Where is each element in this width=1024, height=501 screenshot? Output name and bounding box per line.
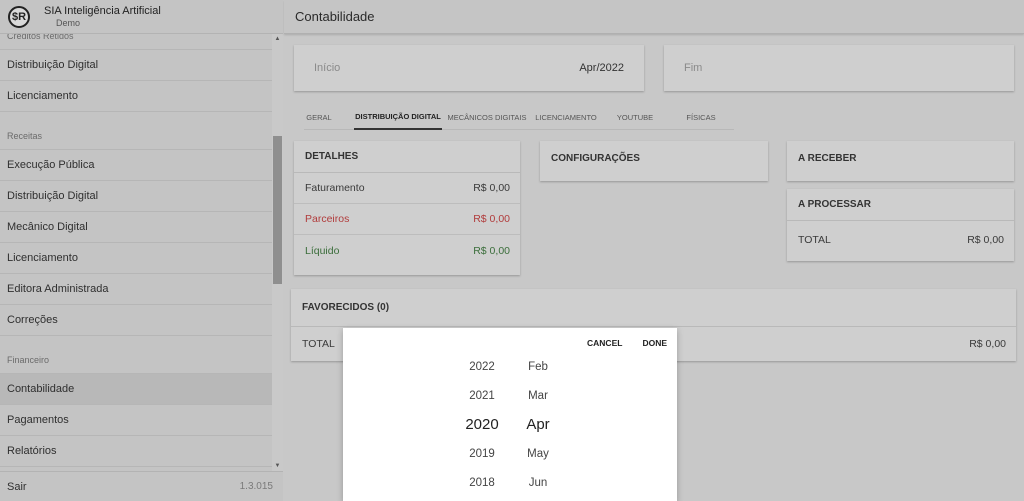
sidebar-item-editora-administrada[interactable]: Editora Administrada <box>0 274 272 305</box>
start-date-value: Apr/2022 <box>579 62 624 74</box>
configuracoes-card: CONFIGURAÇÕES <box>540 141 768 181</box>
page-title: Contabilidade <box>295 9 375 24</box>
done-button[interactable]: DONE <box>642 338 667 348</box>
scroll-up-arrow-icon[interactable]: ▲ <box>272 34 283 44</box>
month-wheel[interactable]: Feb Mar Apr May Jun <box>508 352 568 497</box>
year-option[interactable]: 2022 <box>452 352 512 381</box>
month-year-picker: CANCEL DONE 2022 2021 2020 2019 2018 Feb… <box>343 328 677 501</box>
sidebar-item-relatorios[interactable]: Relatórios <box>0 436 272 467</box>
sidebar-item-contabilidade[interactable]: Contabilidade <box>0 374 272 405</box>
month-option-selected[interactable]: Apr <box>508 410 568 439</box>
tab-youtube[interactable]: YOUTUBE <box>614 105 656 130</box>
brand-header: $R SIA Inteligência Artificial Demo <box>0 0 283 34</box>
row-faturamento: Faturamento R$ 0,00 <box>294 173 520 204</box>
brand-name: SIA Inteligência Artificial <box>44 4 161 17</box>
tab-geral[interactable]: GERAL <box>304 105 334 130</box>
sidebar-item-mecanico-digital[interactable]: Mecânico Digital <box>0 212 272 243</box>
faturamento-value: R$ 0,00 <box>473 182 510 194</box>
logo-icon: $R <box>8 5 30 28</box>
scrollbar-thumb[interactable] <box>273 136 282 284</box>
a-processar-total-value: R$ 0,00 <box>967 234 1004 246</box>
category-tabs: GERAL DISTRIBUIÇÃO DIGITAL MECÂNICOS DIG… <box>304 105 734 130</box>
tab-fisicas[interactable]: FÍSICAS <box>684 105 718 130</box>
configuracoes-title: CONFIGURAÇÕES <box>551 152 640 164</box>
month-option[interactable]: Jun <box>508 468 568 497</box>
sidebar-scroll-area: Créditos Retidos Distribuição Digital Li… <box>0 34 272 471</box>
year-option[interactable]: 2019 <box>452 439 512 468</box>
sidebar-item-distribuicao-digital[interactable]: Distribuição Digital <box>0 50 272 81</box>
logout-link[interactable]: Sair <box>7 481 27 493</box>
year-option[interactable]: 2021 <box>452 381 512 410</box>
row-liquido: Líquido R$ 0,00 <box>294 235 520 266</box>
end-date-label: Fim <box>684 62 703 74</box>
detalhes-title: DETALHES <box>294 141 520 173</box>
section-header-creditos-retidos: Créditos Retidos <box>0 34 272 50</box>
start-date-field[interactable]: Início Apr/2022 <box>294 45 644 91</box>
row-parceiros: Parceiros R$ 0,00 <box>294 204 520 235</box>
scroll-down-arrow-icon[interactable]: ▼ <box>272 461 283 471</box>
tab-licenciamento[interactable]: LICENCIAMENTO <box>533 105 599 130</box>
liquido-value: R$ 0,00 <box>473 244 510 257</box>
sidebar-footer: Sair 1.3.015 <box>0 471 283 501</box>
month-option[interactable]: Feb <box>508 352 568 381</box>
picker-actions: CANCEL DONE <box>587 338 667 348</box>
brand-subtitle: Demo <box>56 17 81 28</box>
year-wheel[interactable]: 2022 2021 2020 2019 2018 <box>452 352 512 497</box>
a-processar-total-label: TOTAL <box>798 234 831 246</box>
sidebar: $R SIA Inteligência Artificial Demo Créd… <box>0 0 283 501</box>
sidebar-item-pagamentos[interactable]: Pagamentos <box>0 405 272 436</box>
start-date-label: Início <box>314 62 341 74</box>
faturamento-label: Faturamento <box>305 182 365 194</box>
app-version: 1.3.015 <box>239 481 273 492</box>
year-option[interactable]: 2018 <box>452 468 512 497</box>
a-receber-card: A RECEBER <box>787 141 1014 181</box>
page-header: Contabilidade <box>284 0 1024 34</box>
tab-mecanicos-digitais[interactable]: MECÂNICOS DIGITAIS <box>446 105 528 130</box>
favorecidos-total-label: TOTAL <box>302 338 335 350</box>
sidebar-item-distribuicao-digital-receitas[interactable]: Distribuição Digital <box>0 181 272 212</box>
cancel-button[interactable]: CANCEL <box>587 338 622 348</box>
month-option[interactable]: Mar <box>508 381 568 410</box>
end-date-field[interactable]: Fim <box>664 45 1014 91</box>
year-option-selected[interactable]: 2020 <box>452 410 512 439</box>
sidebar-item-licenciamento-receitas[interactable]: Licenciamento <box>0 243 272 274</box>
section-header-receitas: Receitas <box>0 112 272 150</box>
tab-distribuicao-digital[interactable]: DISTRIBUIÇÃO DIGITAL <box>354 105 442 130</box>
sidebar-scrollbar[interactable]: ▲ ▼ <box>272 34 283 471</box>
a-processar-title: A PROCESSAR <box>787 189 1014 221</box>
a-receber-title: A RECEBER <box>798 152 857 164</box>
parceiros-value: R$ 0,00 <box>473 213 510 225</box>
a-processar-card: A PROCESSAR TOTAL R$ 0,00 <box>787 189 1014 261</box>
sidebar-item-execucao-publica[interactable]: Execução Pública <box>0 150 272 181</box>
detalhes-card: DETALHES Faturamento R$ 0,00 Parceiros R… <box>294 141 520 275</box>
liquido-label: Líquido <box>305 244 340 257</box>
month-option[interactable]: May <box>508 439 568 468</box>
favorecidos-total-value: R$ 0,00 <box>969 338 1006 350</box>
parceiros-label: Parceiros <box>305 213 350 225</box>
section-header-financeiro: Financeiro <box>0 336 272 374</box>
a-processar-total-row: TOTAL R$ 0,00 <box>787 221 1014 259</box>
favorecidos-title: FAVORECIDOS (0) <box>291 289 1016 327</box>
sidebar-item-correcoes[interactable]: Correções <box>0 305 272 336</box>
sidebar-item-licenciamento[interactable]: Licenciamento <box>0 81 272 112</box>
